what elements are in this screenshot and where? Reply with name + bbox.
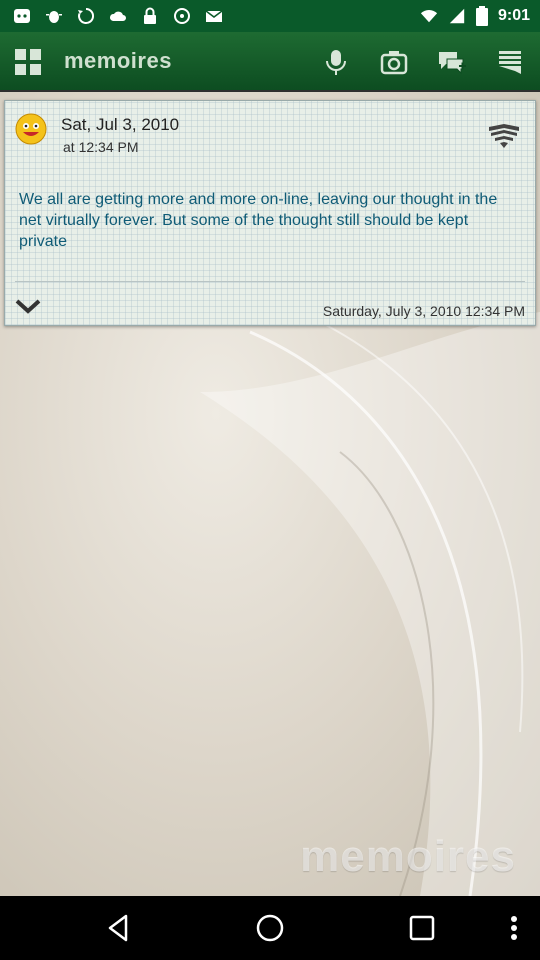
main-content: Sat, Jul 3, 2010 at 12:34 PM We all are …	[0, 92, 540, 896]
bug-icon	[46, 11, 62, 23]
circle-icon	[174, 8, 190, 24]
list-menu-icon	[499, 51, 521, 74]
add-note-button[interactable]	[432, 42, 472, 82]
wifi-icon	[420, 10, 438, 23]
overflow-menu-icon[interactable]	[498, 912, 530, 944]
recents-icon[interactable]	[406, 912, 438, 944]
chat-add-icon	[439, 52, 466, 75]
camera-button[interactable]	[374, 42, 414, 82]
entry-time: at 12:34 PM	[63, 139, 139, 155]
camera-icon	[380, 51, 408, 75]
lock-badge-icon[interactable]	[487, 123, 521, 149]
back-icon[interactable]	[102, 912, 134, 944]
sync-icon	[78, 7, 95, 24]
entry-date: Sat, Jul 3, 2010	[61, 115, 180, 134]
entry-text: We all are getting more and more on-line…	[19, 191, 498, 250]
mail-icon	[205, 10, 223, 22]
entry-timestamp: Saturday, July 3, 2010 12:34 PM	[322, 303, 525, 319]
menu-button[interactable]	[490, 42, 530, 82]
signal-icon	[449, 8, 465, 24]
cat-app-icon	[14, 9, 30, 23]
home-icon[interactable]	[254, 912, 286, 944]
memory-entry-card[interactable]: Sat, Jul 3, 2010 at 12:34 PM We all are …	[4, 100, 536, 326]
app-watermark: memoires	[300, 832, 516, 881]
app-toolbar: memoires	[0, 32, 540, 92]
smiley-mood-icon[interactable]	[15, 113, 47, 145]
notification-icons	[12, 6, 224, 26]
microphone-icon	[326, 50, 346, 75]
chevron-down-icon[interactable]	[15, 297, 41, 315]
grid-menu-icon[interactable]	[14, 48, 42, 76]
status-bar: 9:01	[0, 0, 540, 32]
status-time: 9:01	[497, 7, 530, 24]
lock-icon	[144, 7, 156, 24]
voice-note-button[interactable]	[316, 42, 356, 82]
cloud-icon	[109, 11, 126, 21]
card-divider	[15, 281, 525, 282]
app-title: memoires	[64, 48, 172, 73]
system-nav-bar	[0, 896, 540, 960]
battery-icon	[475, 6, 488, 26]
